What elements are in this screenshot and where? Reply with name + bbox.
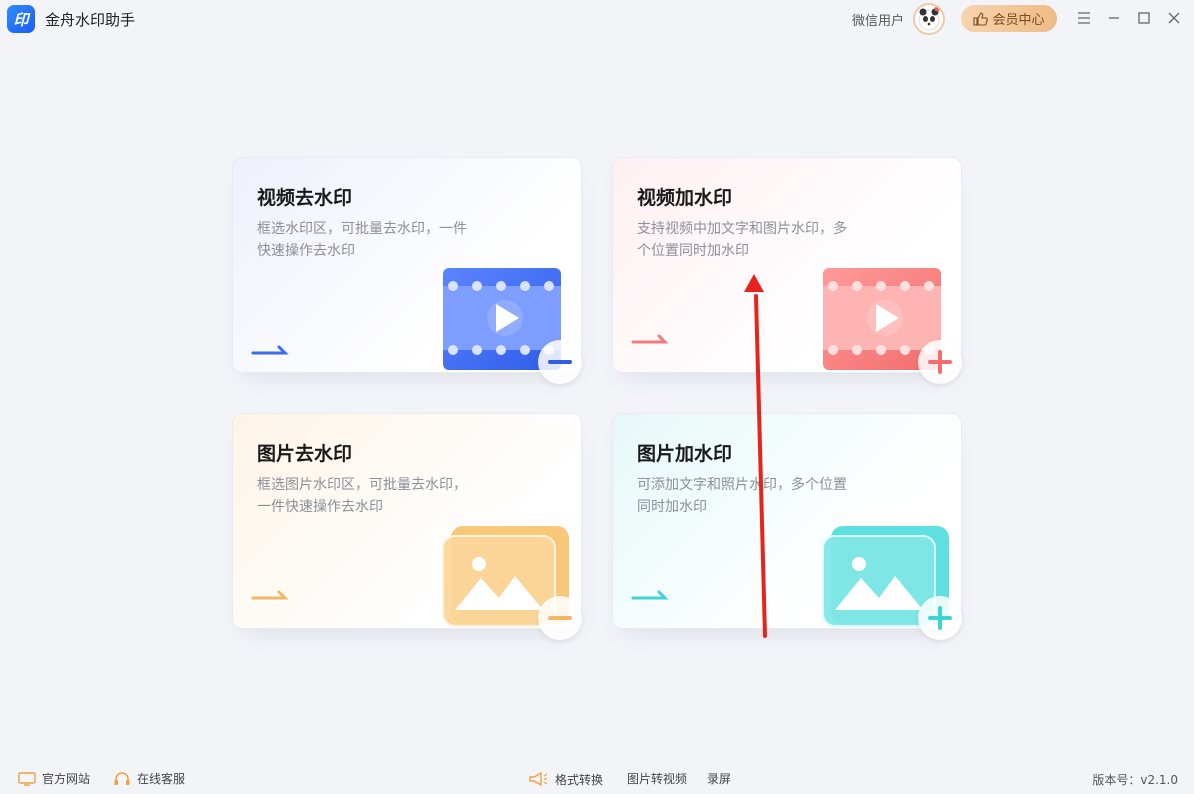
panda-avatar-icon <box>918 6 940 31</box>
vip-center-label: 会员中心 <box>992 13 1045 28</box>
card-video-remove-watermark[interactable]: 视频去水印 框选水印区，可批量去水印，一件快速操作去水印 <box>232 157 582 384</box>
online-service-label: 在线客服 <box>137 772 186 786</box>
official-site-label: 官方网站 <box>42 772 91 786</box>
headset-icon <box>114 771 130 785</box>
card-description: 支持视频中加文字和图片水印，多个位置同时加水印 <box>637 221 847 259</box>
remove-badge <box>538 340 582 384</box>
menu-button[interactable] <box>1074 8 1094 28</box>
minus-icon <box>548 616 572 620</box>
arrow-right-icon <box>631 590 669 600</box>
official-site-link[interactable]: 官方网站 <box>18 770 90 787</box>
user-name[interactable]: 微信用户 <box>852 10 904 29</box>
screen-record-link[interactable]: 录屏 <box>707 770 731 787</box>
monitor-icon <box>18 771 36 786</box>
vip-center-button[interactable]: 会员中心 <box>961 5 1057 32</box>
minimize-button[interactable] <box>1104 8 1124 28</box>
close-icon <box>1168 12 1180 24</box>
minus-icon <box>548 360 572 364</box>
annotation-arrow <box>744 274 767 638</box>
version-label: 版本号：v2.1.0 <box>1092 773 1178 787</box>
arrow-right-icon <box>631 334 669 344</box>
image-to-video-link[interactable]: 图片转视频 <box>627 770 687 787</box>
maximize-button[interactable] <box>1134 8 1154 28</box>
image-to-video-label: 图片转视频 <box>627 772 688 786</box>
app-logo: 印 <box>7 5 35 33</box>
megaphone-icon <box>529 772 548 786</box>
card-title: 视频去水印 <box>257 187 353 209</box>
title-bar: 印 金舟水印助手 微信用户 会员中心 <box>0 0 1194 38</box>
card-video-add-watermark[interactable]: 视频加水印 支持视频中加文字和图片水印，多个位置同时加水印 <box>612 157 962 384</box>
plus-icon <box>928 606 952 630</box>
thumbs-up-icon <box>973 11 989 26</box>
card-description: 框选图片水印区，可批量去水印，一件快速操作去水印 <box>257 477 467 515</box>
app-title: 金舟水印助手 <box>45 11 136 29</box>
format-convert-label: 格式转换 <box>555 772 604 787</box>
maximize-icon <box>1138 12 1150 24</box>
card-title: 视频加水印 <box>637 187 733 209</box>
card-description: 可添加文字和照片水印，多个位置同时加水印 <box>637 477 847 515</box>
card-image-add-watermark[interactable]: 图片加水印 可添加文字和照片水印，多个位置同时加水印 <box>612 413 962 640</box>
minimize-icon <box>1109 17 1119 19</box>
hamburger-menu-icon <box>1078 12 1090 24</box>
screen-record-label: 录屏 <box>707 772 732 786</box>
card-description: 框选水印区，可批量去水印，一件快速操作去水印 <box>257 221 467 259</box>
format-convert-link[interactable]: 格式转换 <box>527 770 603 788</box>
arrow-right-icon <box>251 590 289 600</box>
arrow-right-icon <box>251 345 289 355</box>
plus-icon <box>928 350 952 374</box>
card-title: 图片去水印 <box>257 443 353 465</box>
avatar[interactable] <box>913 3 945 35</box>
add-badge <box>918 340 962 384</box>
add-badge <box>918 596 962 640</box>
online-service-link[interactable]: 在线客服 <box>113 770 185 787</box>
remove-badge <box>538 596 582 640</box>
card-image-remove-watermark[interactable]: 图片去水印 框选图片水印区，可批量去水印，一件快速操作去水印 <box>232 413 582 640</box>
card-title: 图片加水印 <box>637 443 733 465</box>
close-button[interactable] <box>1164 8 1184 28</box>
